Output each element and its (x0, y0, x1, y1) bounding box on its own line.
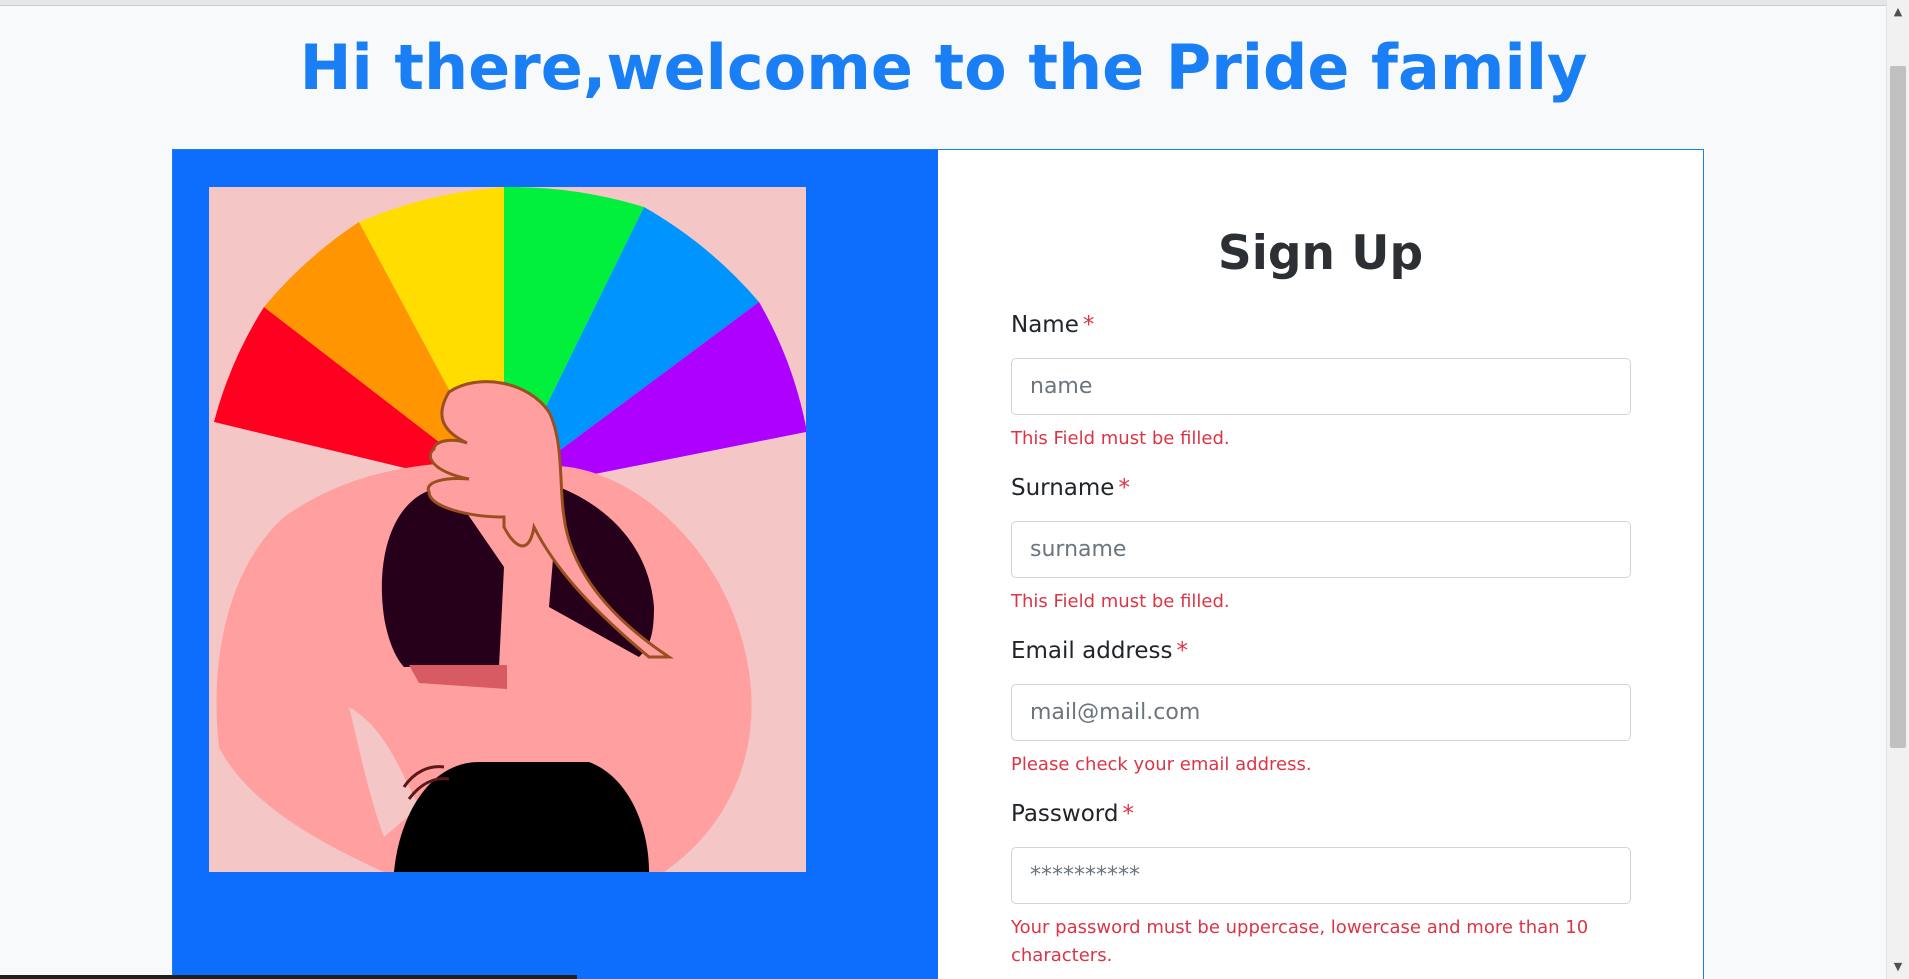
required-mark: * (1122, 801, 1134, 827)
top-divider (0, 0, 1887, 6)
form-title: Sign Up (1217, 226, 1424, 281)
name-error-message: This Field must be filled. (1011, 428, 1230, 449)
scroll-down-arrow-icon[interactable]: ▼ (1887, 957, 1909, 977)
page: Hi there,welcome to the Pride family Sig… (0, 0, 1909, 979)
name-input[interactable] (1011, 358, 1631, 415)
name-label: Name * (1011, 310, 1631, 340)
required-mark: * (1082, 312, 1095, 338)
surname-label: Surname * (1011, 473, 1631, 503)
password-error-message: Your password must be uppercase, lowerca… (1011, 917, 1589, 966)
required-mark: * (1176, 638, 1188, 664)
welcome-heading: Hi there,welcome to the Pride family (299, 31, 1588, 104)
scroll-up-arrow-icon[interactable]: ▲ (1887, 2, 1909, 22)
vertical-scrollbar[interactable]: ▲ ▼ (1886, 0, 1909, 979)
surname-label-text: Surname (1011, 475, 1115, 501)
password-label: Password * (1011, 799, 1631, 829)
surname-error-message: This Field must be filled. (1011, 591, 1230, 612)
required-mark: * (1118, 475, 1130, 501)
email-field-group: Email address* Please check your email a… (1011, 636, 1631, 779)
name-label-text: Name (1011, 312, 1079, 338)
pride-fan-illustration (209, 187, 806, 872)
scrollbar-thumb[interactable] (1890, 66, 1906, 748)
surname-input[interactable] (1011, 521, 1631, 578)
password-input[interactable] (1011, 847, 1631, 904)
email-label: Email address * (1011, 636, 1631, 666)
name-field-group: Name* This Field must be filled. (1011, 310, 1631, 453)
surname-field-group: Surname* This Field must be filled. (1011, 473, 1631, 616)
password-field-group: Password * Your password must be uppercas… (1011, 799, 1631, 970)
signup-card: Sign Up Name* This Field must be filled.… (172, 149, 1704, 979)
email-label-text: Email address (1011, 638, 1173, 664)
form-panel: Sign Up Name* This Field must be filled.… (938, 150, 1703, 979)
taskbar-edge (0, 975, 577, 979)
password-label-text: Password (1011, 801, 1119, 827)
email-error-message: Please check your email address. (1011, 754, 1312, 775)
illustration-panel (173, 150, 938, 979)
email-input[interactable] (1011, 684, 1631, 741)
